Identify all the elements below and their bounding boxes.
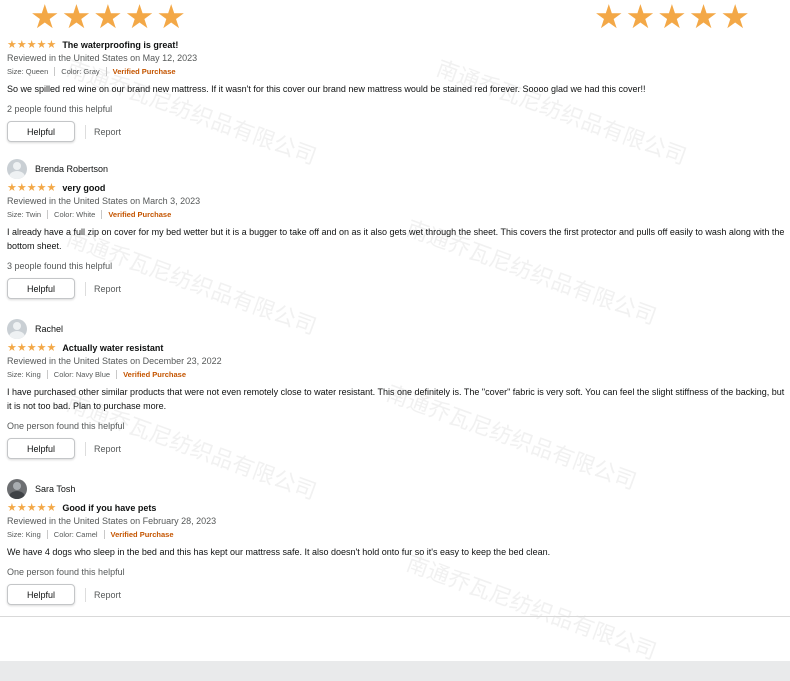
report-link[interactable]: Report [94,284,121,294]
review-card: Sara Tosh ★★★★★ Good if you have pets Re… [7,477,787,605]
review-title[interactable]: Good if you have pets [62,503,156,513]
review-actions: Helpful Report [7,438,787,459]
review-date: Reviewed in the United States on March 3… [7,196,201,206]
review-title[interactable]: The waterproofing is great! [62,40,178,50]
star-rating-icon[interactable]: ★★★★★ [7,182,56,194]
size-option[interactable]: Size: King [7,528,41,541]
review-card: Rachel ★★★★★ Actually water resistant Re… [7,317,787,459]
helpful-button[interactable]: Helpful [7,438,75,459]
review-actions: Helpful Report [7,121,787,142]
size-option[interactable]: Size: King [7,368,41,381]
report-link[interactable]: Report [94,444,121,454]
verified-purchase-badge: Verified Purchase [110,530,174,539]
helpful-button[interactable]: Helpful [7,121,75,142]
divider [85,441,86,456]
avatar[interactable] [7,319,27,339]
size-option[interactable]: Size: Queen [7,65,48,78]
avatar[interactable] [7,159,27,179]
footer-band [0,661,790,681]
size-option[interactable]: Size: Twin [7,208,41,221]
review-body: I have purchased other similar products … [7,387,785,411]
reviewer-profile[interactable]: Rachel [7,317,787,341]
reviewer-profile[interactable]: Brenda Robertson [7,157,787,181]
divider [47,210,49,219]
reviewer-name[interactable]: Brenda Robertson [35,164,108,174]
divider [85,281,86,296]
star-icon: ★★★★★ [594,0,752,35]
review-title[interactable]: Actually water resistant [62,343,163,353]
reviewer-name[interactable]: Rachel [35,324,63,334]
helpful-button[interactable]: Helpful [7,584,75,605]
color-option[interactable]: Color: Camel [54,528,98,541]
review-title-line: ★★★★★ Actually water resistant [7,341,787,355]
verified-purchase-badge: Verified Purchase [108,210,172,219]
divider [46,530,48,539]
star-rating-icon[interactable]: ★★★★★ [7,502,56,514]
helpful-count: One person found this helpful [7,567,125,577]
divider [116,370,118,379]
review-card: ★★★★★ The waterproofing is great! Review… [7,38,787,142]
review-title-line: ★★★★★ very good [7,181,787,195]
avatar[interactable] [7,479,27,499]
review-attributes: Size: King Color: Navy Blue Verified Pur… [7,368,787,381]
helpful-count: 3 people found this helpful [7,261,113,271]
review-actions: Helpful Report [7,584,787,605]
divider [85,587,86,602]
review-actions: Helpful Report [7,278,787,299]
color-option[interactable]: Color: Navy Blue [54,368,110,381]
report-link[interactable]: Report [94,127,121,137]
review-card: Brenda Robertson ★★★★★ very good Reviewe… [7,157,787,299]
helpful-button[interactable]: Helpful [7,278,75,299]
review-title[interactable]: very good [62,183,105,193]
star-icon: ★★★★★ [30,0,188,35]
review-date: Reviewed in the United States on Februar… [7,516,217,526]
divider [105,67,107,76]
report-link[interactable]: Report [94,590,121,600]
review-date: Reviewed in the United States on Decembe… [7,356,222,366]
review-date: Reviewed in the United States on May 12,… [7,53,198,63]
review-attributes: Size: Twin Color: White Verified Purchas… [7,208,787,221]
review-title-line: ★★★★★ Good if you have pets [7,501,787,515]
star-rating-icon[interactable]: ★★★★★ [7,39,56,51]
verified-purchase-badge: Verified Purchase [123,370,187,379]
divider [103,530,105,539]
helpful-count: 2 people found this helpful [7,104,113,114]
top-stars-banner: ★★★★★ ★★★★★ [0,0,790,36]
reviewer-profile[interactable]: Sara Tosh [7,477,787,501]
divider [85,124,86,139]
review-attributes: Size: King Color: Camel Verified Purchas… [7,528,787,541]
helpful-count: One person found this helpful [7,421,125,431]
divider [101,210,103,219]
review-attributes: Size: Queen Color: Gray Verified Purchas… [7,65,787,78]
reviewer-name[interactable]: Sara Tosh [35,484,75,494]
review-body: So we spilled red wine on our brand new … [7,84,646,94]
verified-purchase-badge: Verified Purchase [112,67,176,76]
review-title-line: ★★★★★ The waterproofing is great! [7,38,787,52]
color-option[interactable]: Color: White [54,208,95,221]
divider [46,370,48,379]
divider [54,67,56,76]
section-divider [0,616,790,617]
review-body: I already have a full zip on cover for m… [7,227,785,251]
color-option[interactable]: Color: Gray [61,65,99,78]
review-body: We have 4 dogs who sleep in the bed and … [7,547,551,557]
star-rating-icon[interactable]: ★★★★★ [7,342,56,354]
